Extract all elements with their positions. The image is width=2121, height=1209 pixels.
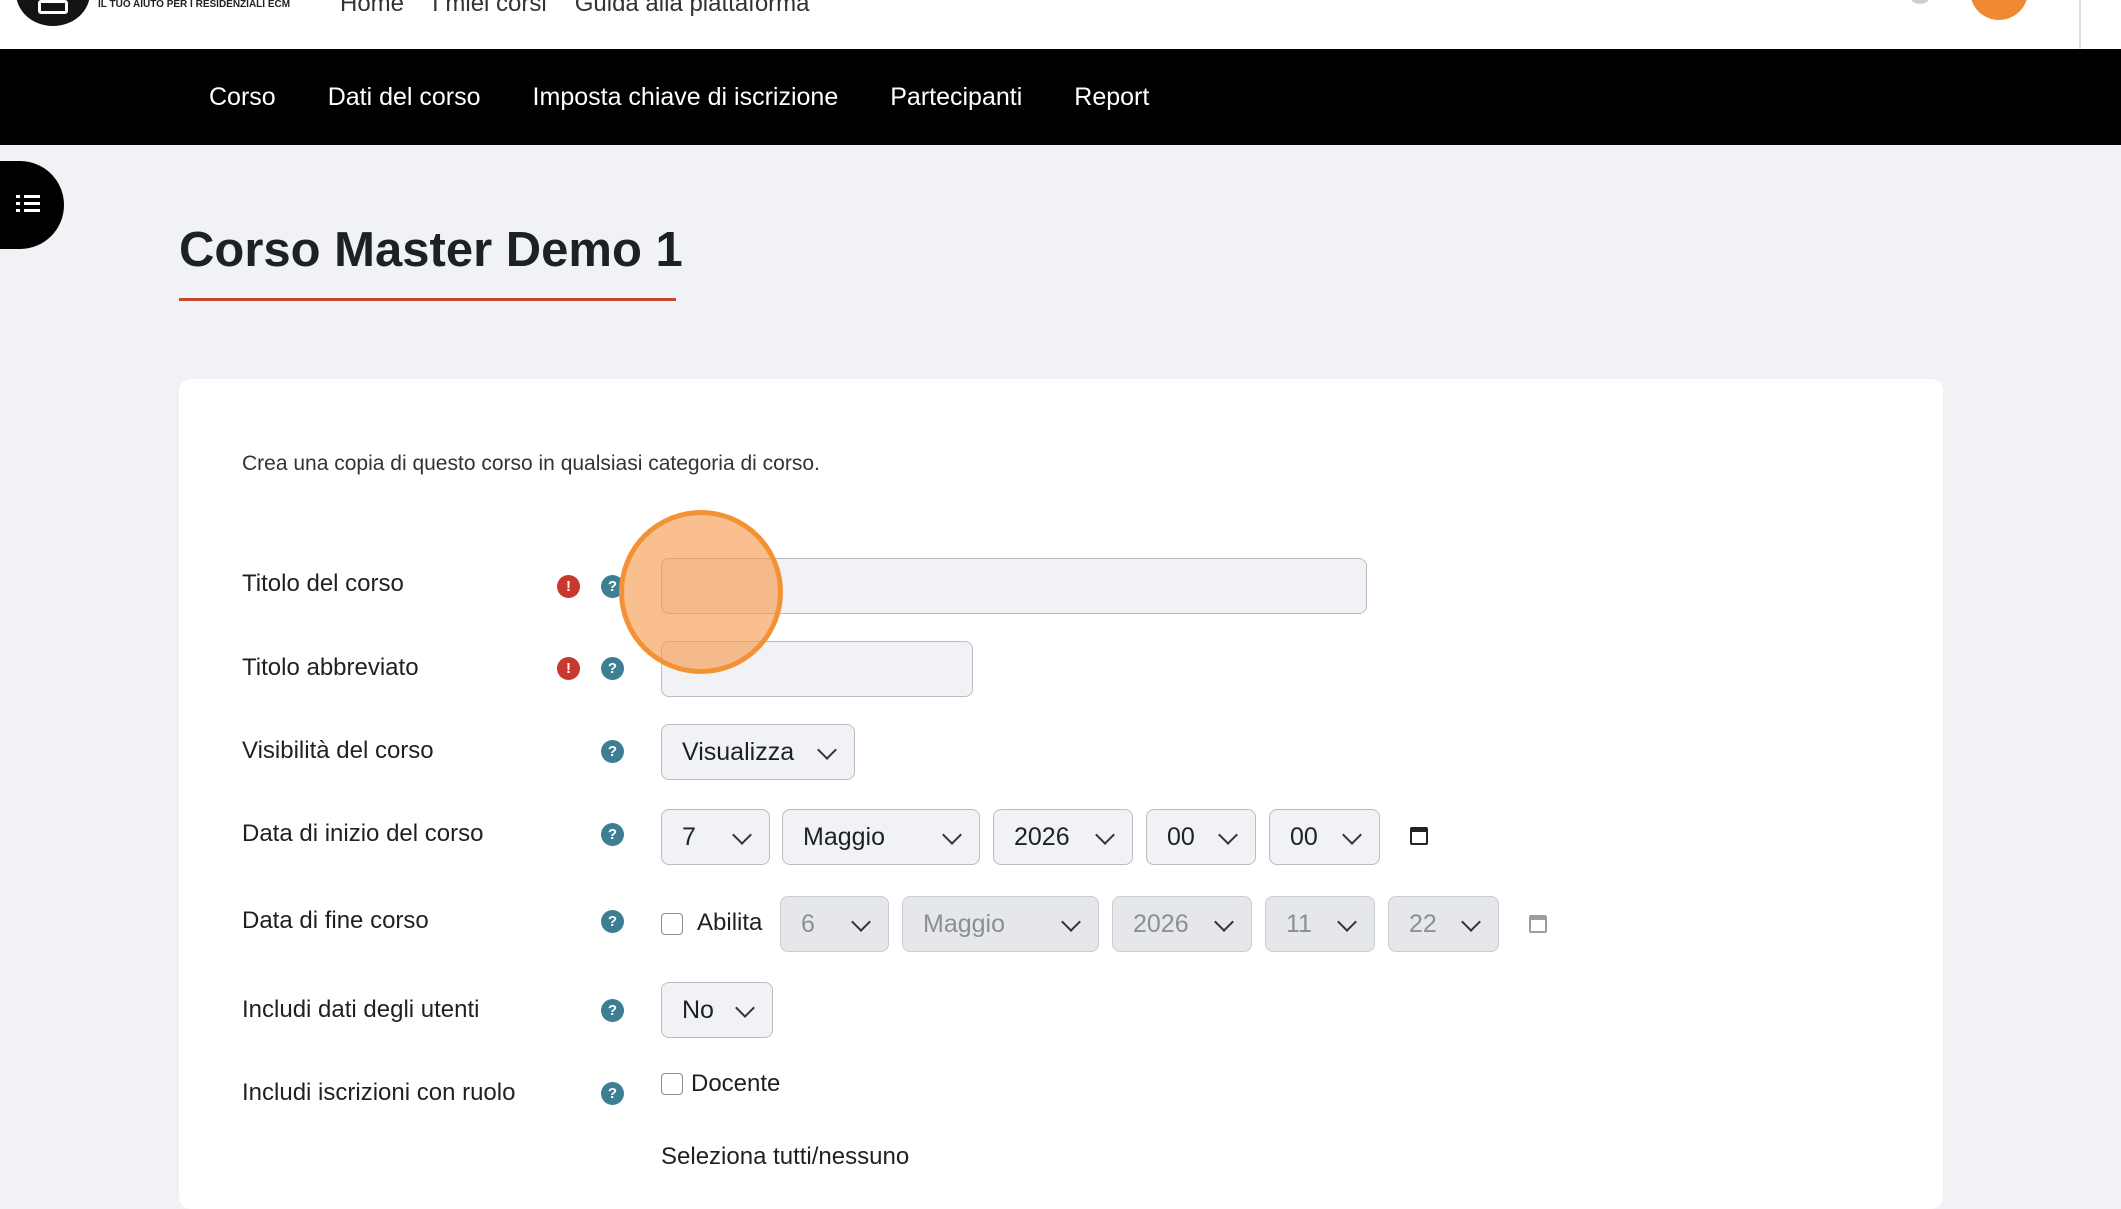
chevron-down-icon [1095,825,1115,845]
help-icon[interactable]: ? [601,657,624,680]
enddate-day-value: 6 [801,909,815,938]
shortname-label: Titolo abbreviato [242,654,419,681]
nav-home[interactable]: Home [340,0,404,18]
chevron-down-icon [1061,912,1081,932]
startdate-hour-value: 00 [1167,822,1195,851]
visibility-select[interactable]: Visualizza [661,724,855,780]
userdata-label: Includi dati degli utenti [242,996,480,1023]
chevron-down-icon [732,825,752,845]
logo-mark [38,0,68,14]
calendar-icon [1529,915,1547,933]
chevron-down-icon [942,825,962,845]
avatar[interactable] [1970,0,2028,20]
startdate-day-select[interactable]: 7 [661,809,770,865]
enddate-month-select[interactable]: Maggio [902,896,1099,952]
primary-nav: Home I miei corsi Guida alla piattaforma [340,0,810,18]
click-highlight [619,510,783,674]
help-icon[interactable]: ? [601,740,624,763]
startdate-label: Data di inizio del corso [242,820,484,847]
chevron-down-icon [1342,825,1362,845]
chevron-down-icon [1337,912,1357,932]
enddate-enable-checkbox[interactable] [661,913,683,935]
startdate-year-select[interactable]: 2026 [993,809,1133,865]
course-secondary-nav: Corso Dati del corso Imposta chiave di i… [0,49,2121,145]
startdate-hour-select[interactable]: 00 [1146,809,1256,865]
startdate-month-value: Maggio [803,822,885,851]
nav-guide[interactable]: Guida alla piattaforma [575,0,810,18]
enddate-enable-label: Abilita [697,909,763,936]
help-icon[interactable]: ? [601,1082,624,1105]
nav-corso[interactable]: Corso [209,83,276,112]
enddate-hour-value: 11 [1286,909,1312,938]
startdate-month-select[interactable]: Maggio [782,809,980,865]
enddate-month-value: Maggio [923,909,1005,938]
chevron-down-icon [1214,912,1234,932]
chevron-down-icon [851,912,871,932]
calendar-icon[interactable] [1410,827,1428,845]
chevron-down-icon [1461,912,1481,932]
list-icon [16,194,42,216]
top-header: IL TUO AIUTO PER I RESIDENZIALI ECM Home… [0,0,2121,49]
nav-chiave-iscrizione[interactable]: Imposta chiave di iscrizione [533,83,839,112]
enddate-minute-select[interactable]: 22 [1388,896,1499,952]
site-logo[interactable] [16,0,90,26]
course-index-toggle[interactable] [0,161,64,249]
startdate-day-value: 7 [682,822,696,851]
help-icon[interactable]: ? [601,823,624,846]
form-intro: Crea una copia di questo corso in qualsi… [242,452,820,475]
enddate-minute-value: 22 [1409,909,1437,938]
enddate-year-select[interactable]: 2026 [1112,896,1252,952]
required-icon: ! [557,575,580,598]
enddate-hour-select[interactable]: 11 [1265,896,1375,952]
chevron-down-icon [817,740,837,760]
nav-my-courses[interactable]: I miei corsi [432,0,547,18]
bell-icon[interactable] [1908,0,1932,4]
enddate-label: Data di fine corso [242,907,429,934]
help-icon[interactable]: ? [601,999,624,1022]
nav-dati-del-corso[interactable]: Dati del corso [328,83,481,112]
nav-report[interactable]: Report [1074,83,1149,112]
role-docente-label: Docente [691,1070,781,1097]
startdate-minute-value: 00 [1290,822,1318,851]
fullname-label: Titolo del corso [242,570,404,597]
userdata-value: No [682,995,714,1024]
page-title: Corso Master Demo 1 [179,223,683,277]
nav-partecipanti[interactable]: Partecipanti [890,83,1022,112]
visibility-label: Visibilità del corso [242,737,434,764]
startdate-minute-select[interactable]: 00 [1269,809,1380,865]
help-icon[interactable]: ? [601,910,624,933]
roles-label: Includi iscrizioni con ruolo [242,1079,516,1106]
userdata-select[interactable]: No [661,982,773,1038]
enddate-year-value: 2026 [1133,909,1189,938]
visibility-value: Visualizza [682,737,795,766]
role-docente-checkbox[interactable] [661,1073,683,1095]
chevron-down-icon [735,998,755,1018]
logo-tagline: IL TUO AIUTO PER I RESIDENZIALI ECM [98,0,291,10]
select-all-none-link[interactable]: Seleziona tutti/nessuno [661,1143,909,1171]
title-underline [179,298,676,301]
enddate-day-select[interactable]: 6 [780,896,889,952]
chevron-down-icon [1218,825,1238,845]
required-icon: ! [557,657,580,680]
header-divider [2079,0,2081,49]
startdate-year-value: 2026 [1014,822,1070,851]
